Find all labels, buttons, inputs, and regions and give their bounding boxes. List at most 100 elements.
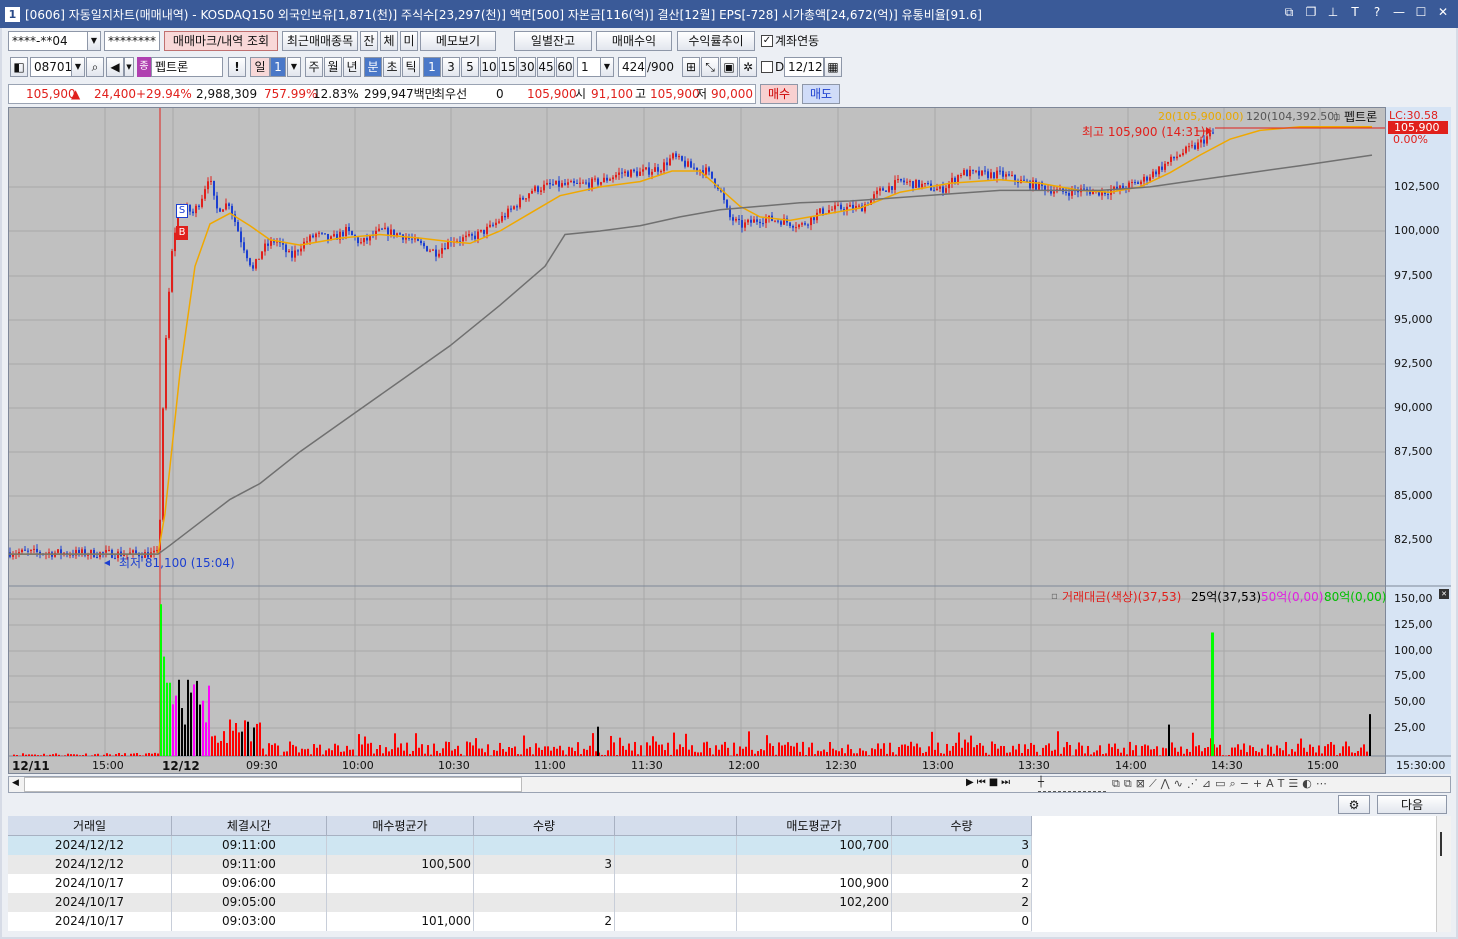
candle-body: [999, 170, 1001, 172]
candle-body: [735, 218, 737, 221]
candle-body: [597, 178, 599, 185]
candle-body: [807, 224, 809, 226]
candle-body: [942, 186, 944, 193]
sell-marker[interactable]: S: [176, 204, 188, 218]
candle-body: [1179, 155, 1181, 157]
volume-bar: [1150, 749, 1152, 756]
candle-body: [639, 171, 641, 176]
volume-bar: [52, 754, 54, 756]
vol-legend-25: 25억(37,53): [1191, 590, 1262, 604]
candle-body: [1212, 132, 1214, 134]
candle-body: [156, 550, 158, 552]
scroll-thumb[interactable]: [24, 777, 522, 792]
rewind-icon[interactable]: ⏮: [977, 777, 986, 792]
volume-bar: [1204, 747, 1206, 756]
fast-forward-icon[interactable]: ⏭: [1001, 777, 1010, 792]
tool-minus-icon[interactable]: −: [1240, 777, 1249, 791]
volume-bar: [937, 742, 939, 756]
candle-body: [210, 180, 212, 182]
table-row[interactable]: 2024/10/17 09:05:00 102,200 2: [8, 893, 1032, 912]
tool-trend-icon[interactable]: ⋀: [1161, 777, 1170, 791]
scroll-left-icon[interactable]: ◀: [12, 778, 19, 788]
tool-font-icon[interactable]: T: [1278, 777, 1285, 791]
tool-more-icon[interactable]: ⋯: [1316, 777, 1327, 791]
volume-bar: [337, 745, 339, 756]
tool-color-icon[interactable]: ◐: [1302, 777, 1312, 791]
tool-magnify-icon[interactable]: ⌕: [1230, 777, 1236, 791]
table-row[interactable]: 2024/10/17 09:06:00 100,900 2: [8, 874, 1032, 893]
candle-body: [837, 204, 839, 206]
volume-bar: [1207, 747, 1209, 756]
candle-body: [693, 167, 695, 169]
volume-bar: [304, 749, 306, 756]
candle-body: [756, 219, 758, 222]
tool-text-icon[interactable]: A: [1266, 777, 1274, 791]
tool-channel-icon[interactable]: ⊿: [1202, 777, 1211, 791]
table-row[interactable]: 2024/12/12 09:11:00 100,700 3: [8, 836, 1032, 855]
candle-body: [306, 241, 308, 243]
volume-bar: [1111, 747, 1113, 756]
candle-body: [939, 186, 941, 189]
volume-bar: [283, 751, 285, 756]
table-cell: 100,900: [737, 874, 892, 893]
tool-paste-icon[interactable]: ⧉: [1124, 777, 1132, 791]
candle-body: [1158, 166, 1160, 175]
tool-fan-icon[interactable]: ⋰: [1187, 777, 1198, 791]
col-header-buy-avg[interactable]: 매수평균가: [327, 816, 474, 836]
volume-bar: [604, 755, 606, 756]
volume-bar: [1255, 751, 1257, 756]
volume-bar: [622, 745, 624, 756]
tool-copy-icon[interactable]: ⧉: [1112, 777, 1120, 791]
vol-panel-close-icon[interactable]: ✕: [1439, 589, 1449, 599]
tool-grid-icon[interactable]: ☰: [1288, 777, 1298, 791]
volume-bar: [301, 748, 303, 756]
zoom-slider[interactable]: ┼: [1038, 777, 1106, 792]
volume-bar: [529, 747, 531, 756]
volume-bar: [256, 723, 258, 756]
scroll-right-icon[interactable]: ▶: [966, 777, 974, 792]
candle-body: [420, 240, 422, 244]
col-header-sell-qty[interactable]: 수량: [892, 816, 1032, 836]
volume-bar: [583, 748, 585, 756]
candle-body: [945, 188, 947, 193]
volume-bar: [1273, 753, 1275, 756]
candle-body: [1014, 175, 1016, 181]
col-header-time[interactable]: 체결시간: [172, 816, 327, 836]
col-header-sell-avg[interactable]: 매도평균가: [737, 816, 892, 836]
volume-bar: [709, 747, 711, 756]
volume-bar: [136, 753, 138, 756]
candle-body: [549, 182, 551, 185]
volume-bar: [754, 753, 756, 756]
col-header-buy-qty[interactable]: 수량: [474, 816, 615, 836]
table-cell: 100,700: [737, 836, 892, 855]
tool-wave-icon[interactable]: ∿: [1174, 777, 1183, 791]
tool-plus-icon[interactable]: +: [1253, 777, 1262, 791]
volume-bar: [670, 754, 672, 756]
tool-line-icon[interactable]: ⟋: [1149, 777, 1157, 791]
table-scroll-thumb[interactable]: [1440, 832, 1446, 856]
playback-controls[interactable]: ▶ ⏮ ■ ⏭: [966, 777, 1040, 792]
candle-body: [546, 182, 548, 185]
volume-bar: [145, 753, 147, 756]
volume-bar: [457, 745, 459, 756]
stop-icon[interactable]: ■: [989, 777, 998, 792]
buy-marker[interactable]: B: [176, 226, 188, 240]
candle-body: [1173, 156, 1175, 159]
col-header-date[interactable]: 거래일: [8, 816, 172, 836]
gear-icon[interactable]: ⚙: [1338, 795, 1370, 814]
candle-body: [366, 237, 368, 241]
table-row[interactable]: 2024/10/17 09:03:00 101,000 2 0: [8, 912, 1032, 931]
next-button[interactable]: 다음: [1377, 795, 1447, 814]
candle-body: [915, 179, 917, 188]
candle-body: [582, 182, 584, 184]
volume-bar: [694, 751, 696, 756]
tool-rect-icon[interactable]: ▭: [1215, 777, 1225, 791]
volume-bar: [682, 747, 684, 756]
volume-bar: [1162, 747, 1164, 756]
volume-bar: [541, 749, 543, 756]
table-row[interactable]: 2024/12/12 09:11:00 100,500 3 0: [8, 855, 1032, 874]
col-header-blank[interactable]: [615, 816, 737, 836]
candle-body: [645, 167, 647, 170]
volume-bar: [1153, 748, 1155, 756]
tool-clear-icon[interactable]: ⊠: [1136, 777, 1145, 791]
